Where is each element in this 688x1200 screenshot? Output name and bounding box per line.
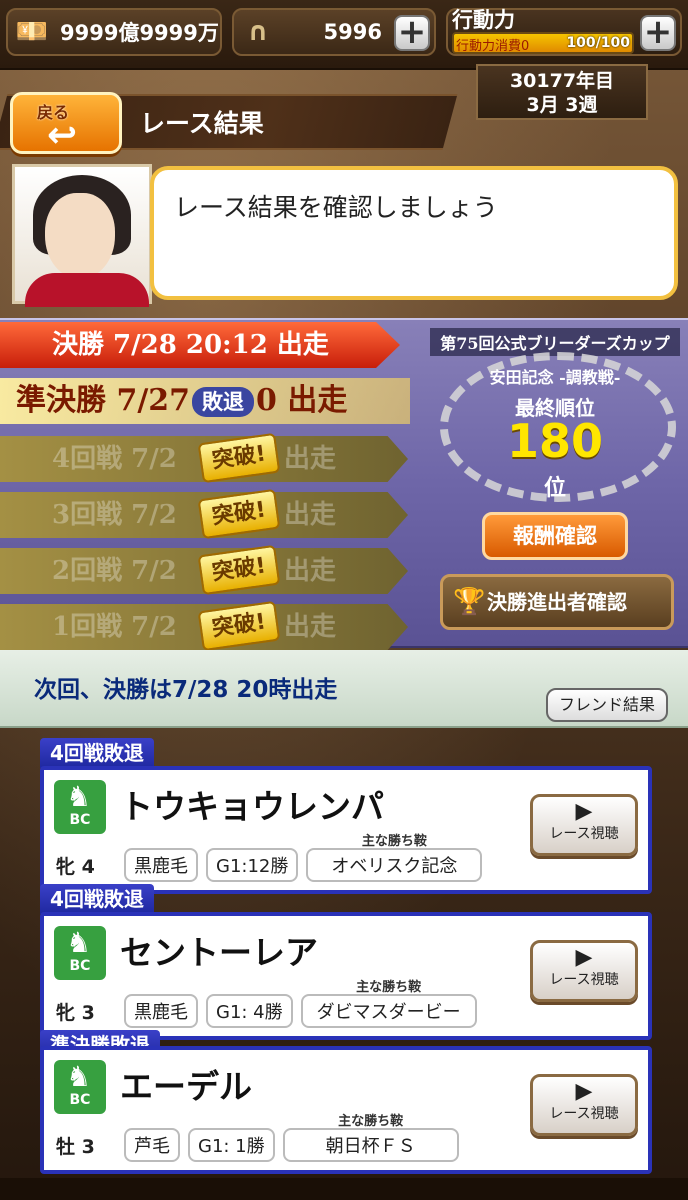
round-1-label: 1回戦 7/2 bbox=[52, 612, 177, 642]
main-wins: 主な勝ち鞍 オベリスク記念 bbox=[306, 834, 483, 882]
play-icon: ▶ bbox=[575, 945, 593, 970]
bc-badge: BC bbox=[54, 926, 106, 980]
page-title: レース結果 bbox=[140, 109, 264, 138]
play-icon: ▶ bbox=[575, 1079, 593, 1104]
money-stack-icon: 💴 bbox=[15, 17, 49, 47]
portrait-coat bbox=[25, 273, 149, 307]
round-semifinal-date: 準決勝 7/27 bbox=[16, 383, 191, 418]
main-wins: 主な勝ち鞍 朝日杯ＦＳ bbox=[282, 1114, 459, 1162]
result-card: BC トウキョウレンパ 牝 4 黒鹿毛 G1:12勝 主な勝ち鞍 オベリスク記念… bbox=[40, 766, 652, 894]
add-action-points-button[interactable]: + bbox=[640, 15, 676, 51]
action-points-value: 100/100 bbox=[566, 35, 630, 51]
final-rank-unit: 位 bbox=[543, 476, 566, 501]
add-horseshoe-button[interactable]: + bbox=[394, 15, 430, 51]
status-bar: 💴 9999億9999万 ∩ 5996 + + 行動力 行動力消費0 100/1… bbox=[0, 0, 688, 70]
coat-color: 黒鹿毛 bbox=[124, 994, 198, 1028]
back-arrow-icon: ↩ bbox=[47, 115, 78, 156]
sex-age: 牝 3 bbox=[56, 1001, 95, 1024]
g1-wins: G1: 1勝 bbox=[188, 1128, 275, 1162]
play-icon: ▶ bbox=[575, 799, 593, 824]
game-year: 30177年目 bbox=[509, 70, 615, 92]
sex-age: 牡 3 bbox=[56, 1135, 95, 1158]
g1-wins: G1:12勝 bbox=[206, 848, 299, 882]
finalists-check-button[interactable]: 🏆 決勝進出者確認 bbox=[440, 574, 674, 630]
round-semifinal: 準決勝 7/27 敗退 0 出走 bbox=[0, 378, 410, 424]
action-points-title: 行動力 bbox=[452, 8, 515, 32]
main-win-race: ダビマスダービー bbox=[300, 994, 477, 1028]
main-win-race: オベリスク記念 bbox=[306, 848, 483, 882]
watch-race-label: レース視聴 bbox=[549, 1106, 619, 1122]
portrait-face bbox=[45, 193, 115, 279]
horseshoe-display: ∩ 5996 + bbox=[232, 8, 436, 56]
main-wins-label: 主な勝ち鞍 bbox=[338, 1114, 404, 1129]
bc-badge: BC bbox=[54, 1060, 106, 1114]
coat-color: 芦毛 bbox=[124, 1128, 180, 1162]
result-tag: 4回戦敗退 bbox=[40, 884, 154, 914]
finalists-check-label: 決勝進出者確認 bbox=[487, 590, 627, 614]
watch-race-label: レース視聴 bbox=[549, 826, 619, 842]
watch-race-label: レース視聴 bbox=[549, 972, 619, 988]
sex-age: 牝 4 bbox=[56, 855, 95, 878]
friend-results-button[interactable]: フレンド結果 bbox=[546, 688, 668, 722]
money-value: 9999億9999万 bbox=[60, 21, 219, 45]
advisor-portrait bbox=[12, 164, 152, 307]
main-wins-label: 主な勝ち鞍 bbox=[356, 980, 422, 995]
final-rank-value: 180 bbox=[506, 414, 604, 468]
watch-race-button[interactable]: ▶ レース視聴 bbox=[530, 940, 638, 1002]
round-semifinal-time: 0 出走 bbox=[256, 383, 348, 418]
round-final: 決勝 7/28 20:12 出走 bbox=[0, 322, 400, 368]
bottom-edge bbox=[0, 1178, 688, 1200]
round-2-label: 2回戦 7/2 bbox=[52, 556, 177, 586]
main-wins-label: 主な勝ち鞍 bbox=[361, 834, 427, 849]
horse-info-row: 牝 4 黒鹿毛 G1:12勝 主な勝ち鞍 オベリスク記念 bbox=[52, 834, 483, 882]
horse-info-row: 牝 3 黒鹿毛 G1: 4勝 主な勝ち鞍 ダビマスダービー bbox=[52, 980, 477, 1028]
horse-name: トウキョウレンパ bbox=[120, 787, 384, 826]
next-race-text: 次回、決勝は7/28 20時出走 bbox=[34, 677, 338, 703]
g1-wins: G1: 4勝 bbox=[206, 994, 293, 1028]
round-1-tail: 出走 bbox=[284, 612, 337, 642]
action-cost-label: 行動力消費0 bbox=[456, 39, 530, 54]
reward-check-button[interactable]: 報酬確認 bbox=[482, 512, 628, 560]
money-display: 💴 9999億9999万 bbox=[6, 8, 222, 56]
round-4-tail: 出走 bbox=[284, 444, 337, 474]
round-3-label: 3回戦 7/2 bbox=[52, 500, 177, 530]
trophy-icon: 🏆 bbox=[453, 587, 486, 617]
advisor-speech-bubble: レース結果を確認しましょう bbox=[150, 166, 678, 300]
watch-race-button[interactable]: ▶ レース視聴 bbox=[530, 1074, 638, 1136]
main-win-race: 朝日杯ＦＳ bbox=[282, 1128, 459, 1162]
result-card: BC エーデル 牡 3 芦毛 G1: 1勝 主な勝ち鞍 朝日杯ＦＳ ▶ レース視… bbox=[40, 1046, 652, 1174]
coat-color: 黒鹿毛 bbox=[124, 848, 198, 882]
game-date: 30177年目 3月 3週 bbox=[476, 64, 648, 120]
round-3-tail: 出走 bbox=[284, 500, 337, 530]
round-2-tail: 出走 bbox=[284, 556, 337, 586]
advisor-message: レース結果を確認しましょう bbox=[174, 193, 498, 222]
main-wins: 主な勝ち鞍 ダビマスダービー bbox=[300, 980, 477, 1028]
result-card: BC セントーレア 牝 3 黒鹿毛 G1: 4勝 主な勝ち鞍 ダビマスダービー … bbox=[40, 912, 652, 1040]
round-4-label: 4回戦 7/2 bbox=[52, 444, 177, 474]
bc-badge: BC bbox=[54, 780, 106, 834]
back-button[interactable]: 戻る ↩ bbox=[10, 92, 122, 156]
cup-subtitle: 安田記念 -調教戦- bbox=[489, 368, 621, 387]
watch-race-button[interactable]: ▶ レース視聴 bbox=[530, 794, 638, 856]
horse-name: エーデル bbox=[120, 1067, 252, 1106]
eliminated-badge: 敗退 bbox=[192, 387, 255, 417]
horse-name: セントーレア bbox=[120, 933, 318, 972]
horseshoe-icon: ∩ bbox=[247, 17, 269, 47]
action-points-bar: 行動力消費0 100/100 bbox=[452, 32, 634, 54]
result-tag: 4回戦敗退 bbox=[40, 738, 154, 768]
horse-info-row: 牡 3 芦毛 G1: 1勝 主な勝ち鞍 朝日杯ＦＳ bbox=[52, 1114, 459, 1162]
game-week: 3月 3週 bbox=[526, 94, 598, 116]
